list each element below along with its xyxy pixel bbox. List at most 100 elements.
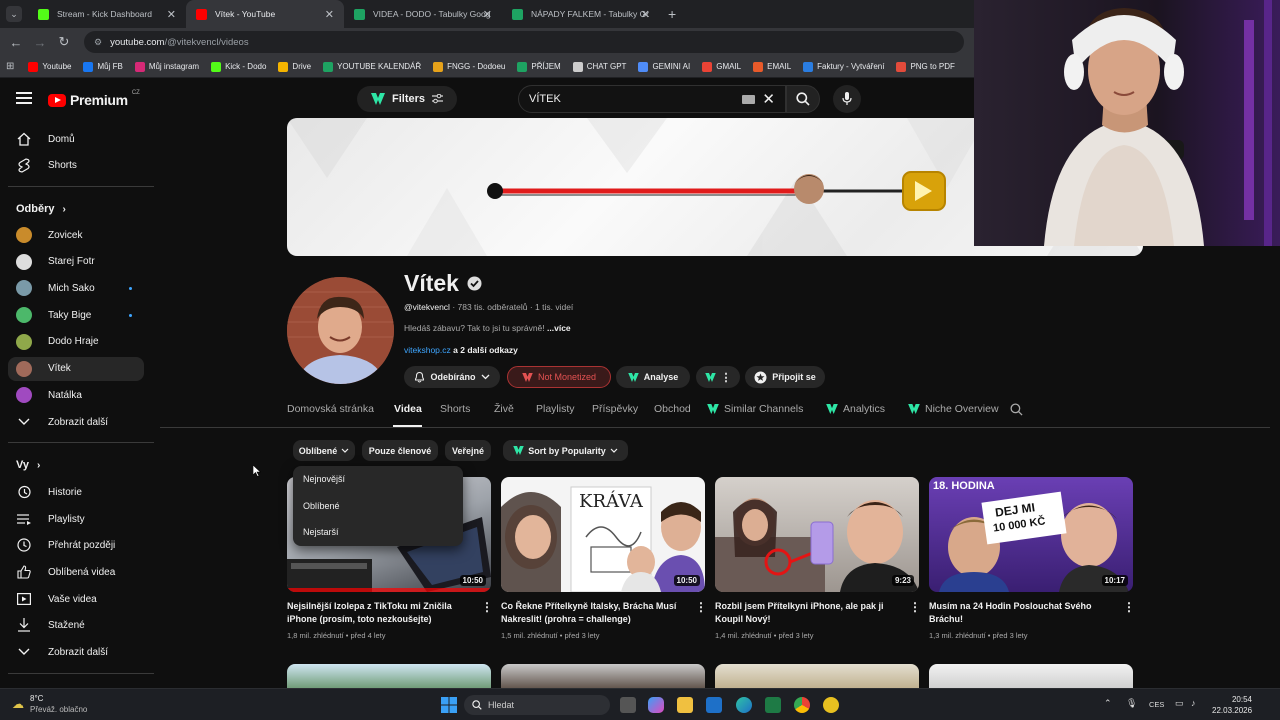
keyboard-icon[interactable] [742,95,755,104]
language-indicator[interactable]: CES [1149,700,1164,709]
video-thumbnail[interactable]: KRÁVA 10:50 [501,477,705,592]
search-input[interactable]: VÍTEK ✕ [518,85,786,113]
sidebar-item-your-videos[interactable]: Vaše videa [8,587,144,611]
members-only-chip[interactable]: Pouze členové [362,440,438,461]
subscribed-button[interactable]: Odebíráno [404,366,500,388]
browser-tab-kick[interactable]: Stream - Kick Dashboard ✕ [28,0,186,28]
sort-popularity-chip[interactable]: Sort by Popularity [503,440,628,461]
sidebar-subscription-item[interactable]: Starej Fotr [8,250,144,274]
sidebar-subs-more[interactable]: Zobrazit další [8,410,144,434]
video-more-icon[interactable]: ⋮ [909,600,921,614]
outlook-icon[interactable] [706,697,722,713]
tray-network-icon[interactable]: ▭ [1175,698,1184,709]
channel-avatar[interactable] [287,277,394,384]
bookmark-item[interactable]: EMAIL [747,61,797,72]
subscriptions-heading[interactable]: Odběry › [16,203,66,215]
close-tab-icon[interactable]: ✕ [325,8,334,21]
video-title[interactable]: Co Řekne Přítelkyně Italsky, Brácha Musí… [501,600,681,626]
file-explorer-icon[interactable] [677,697,693,713]
sidebar-item-watch-later[interactable]: Přehrát později [8,533,144,557]
more-link[interactable]: ...více [547,323,571,333]
video-thumbnail[interactable]: 9:23 [715,477,919,592]
not-monetized-badge[interactable]: Not Monetized [507,366,611,388]
system-clock[interactable]: 20:54 22.03.2026 [1212,694,1252,716]
channel-description[interactable]: Hledáš zábavu? Tak to jsi tu správně! ..… [404,323,571,333]
taskbar-search[interactable]: Hledat [464,695,610,715]
video-title[interactable]: Rozbil jsem Přítelkyni iPhone, ale pak j… [715,600,895,626]
sidebar-subscription-item[interactable]: Vítek [8,356,144,381]
bookmark-item[interactable]: Můj instagram [129,61,205,72]
new-tab-button[interactable]: + [660,6,676,22]
filters-button[interactable]: Filters [357,86,457,112]
sidebar-item-playlists[interactable]: Playlisty [8,507,144,531]
bookmark-item[interactable]: YOUTUBE KALENDÁŘ [317,61,427,72]
bookmark-item[interactable]: PNG to PDF [890,61,960,72]
clear-search-icon[interactable]: ✕ [762,90,775,108]
excel-icon[interactable] [765,697,781,713]
tab-analytics[interactable]: Analytics [826,403,885,415]
bookmark-item[interactable]: GEMINI AI [632,61,696,72]
edge-icon[interactable] [736,697,752,713]
sidebar-subscription-item[interactable]: Zovicek [8,223,144,247]
sidebar-item-history[interactable]: Historie [8,480,144,504]
tab-home[interactable]: Domovská stránka [287,403,374,415]
public-chip[interactable]: Veřejné [445,440,491,461]
video-more-icon[interactable]: ⋮ [695,600,707,614]
browser-tab-sheets-videa[interactable]: VIDEA - DODO - Tabulky Googl... ✕ [344,0,502,28]
url-field[interactable]: ⚙ youtube.com/@vitekvencl/videos [84,31,964,53]
search-button[interactable] [786,85,820,113]
weather-widget[interactable]: ☁ 8°C Převáž. oblačno [12,693,87,715]
join-button[interactable]: Připojit se [745,366,825,388]
bookmark-item[interactable]: Kick - Dodo [205,61,272,72]
voice-search-button[interactable] [833,85,861,113]
vidiq-more-button[interactable]: ⋮ [696,366,740,388]
video-title[interactable]: Nejsilnější Izolepa z TikToku mi Zničila… [287,600,467,626]
bookmark-item[interactable]: Faktury - Vytváření [797,61,890,72]
tray-mic-icon[interactable]: 🎙 [1126,698,1137,709]
tray-chevron-icon[interactable]: ⌃ [1104,698,1112,709]
tab-search-button[interactable]: ⌄ [6,6,22,22]
tab-store[interactable]: Obchod [654,403,691,415]
video-more-icon[interactable]: ⋮ [1123,600,1135,614]
tab-live[interactable]: Živě [494,403,514,415]
bookmark-item[interactable]: FNGG - Dodoeu [427,61,511,72]
app-icon[interactable] [823,697,839,713]
sidebar-subscription-item[interactable]: Dodo Hraje [8,330,144,354]
forward-icon[interactable]: → [28,35,52,50]
sidebar-subscription-item[interactable]: Taky Bige [8,303,144,327]
you-heading[interactable]: Vy › [16,459,40,471]
task-view-icon[interactable] [620,697,636,713]
analyse-button[interactable]: Analyse [616,366,690,388]
sort-option-popular[interactable]: Oblíbené [303,501,340,511]
bookmark-item[interactable]: Youtube [22,61,77,72]
video-more-icon[interactable]: ⋮ [481,600,493,614]
menu-icon[interactable] [16,92,32,104]
browser-tab-youtube[interactable]: Vítek - YouTube ✕ [186,0,344,28]
tab-posts[interactable]: Příspěvky [592,403,638,415]
tray-volume-icon[interactable]: ♪ [1191,698,1196,708]
sidebar-item-downloads[interactable]: Stažené [8,613,144,637]
youtube-premium-logo[interactable]: Premium CZ [48,90,140,108]
tab-shorts[interactable]: Shorts [440,403,470,415]
sidebar-item-home[interactable]: Domů [8,127,144,151]
tab-videos[interactable]: Videa [394,403,422,415]
windows-start-icon[interactable] [441,697,457,713]
tab-playlists[interactable]: Playlisty [536,403,575,415]
video-title[interactable]: Musím na 24 Hodin Poslouchat Svého Brách… [929,600,1109,626]
site-info-icon[interactable]: ⚙ [94,37,102,48]
bookmark-item[interactable]: GMAIL [696,61,747,72]
reload-icon[interactable]: ↻ [52,34,76,50]
close-tab-icon[interactable]: ✕ [167,8,176,21]
bookmark-item[interactable]: Drive [272,61,317,72]
channel-website-link[interactable]: vitekshop.cz [404,345,451,355]
sort-option-oldest[interactable]: Nejstarší [303,527,339,537]
sidebar-you-more[interactable]: Zobrazit další [8,640,144,664]
close-tab-icon[interactable]: ✕ [483,8,492,21]
chrome-icon[interactable] [794,697,810,713]
more-links-link[interactable]: a 2 další odkazy [453,345,518,355]
sort-option-newest[interactable]: Nejnovější [303,474,345,484]
channel-search-icon[interactable] [1010,403,1023,416]
bookmark-item[interactable]: Můj FB [77,61,128,72]
sort-dropdown-chip[interactable]: Oblíbené [293,440,355,461]
tab-niche-overview[interactable]: Niche Overview [908,403,999,415]
